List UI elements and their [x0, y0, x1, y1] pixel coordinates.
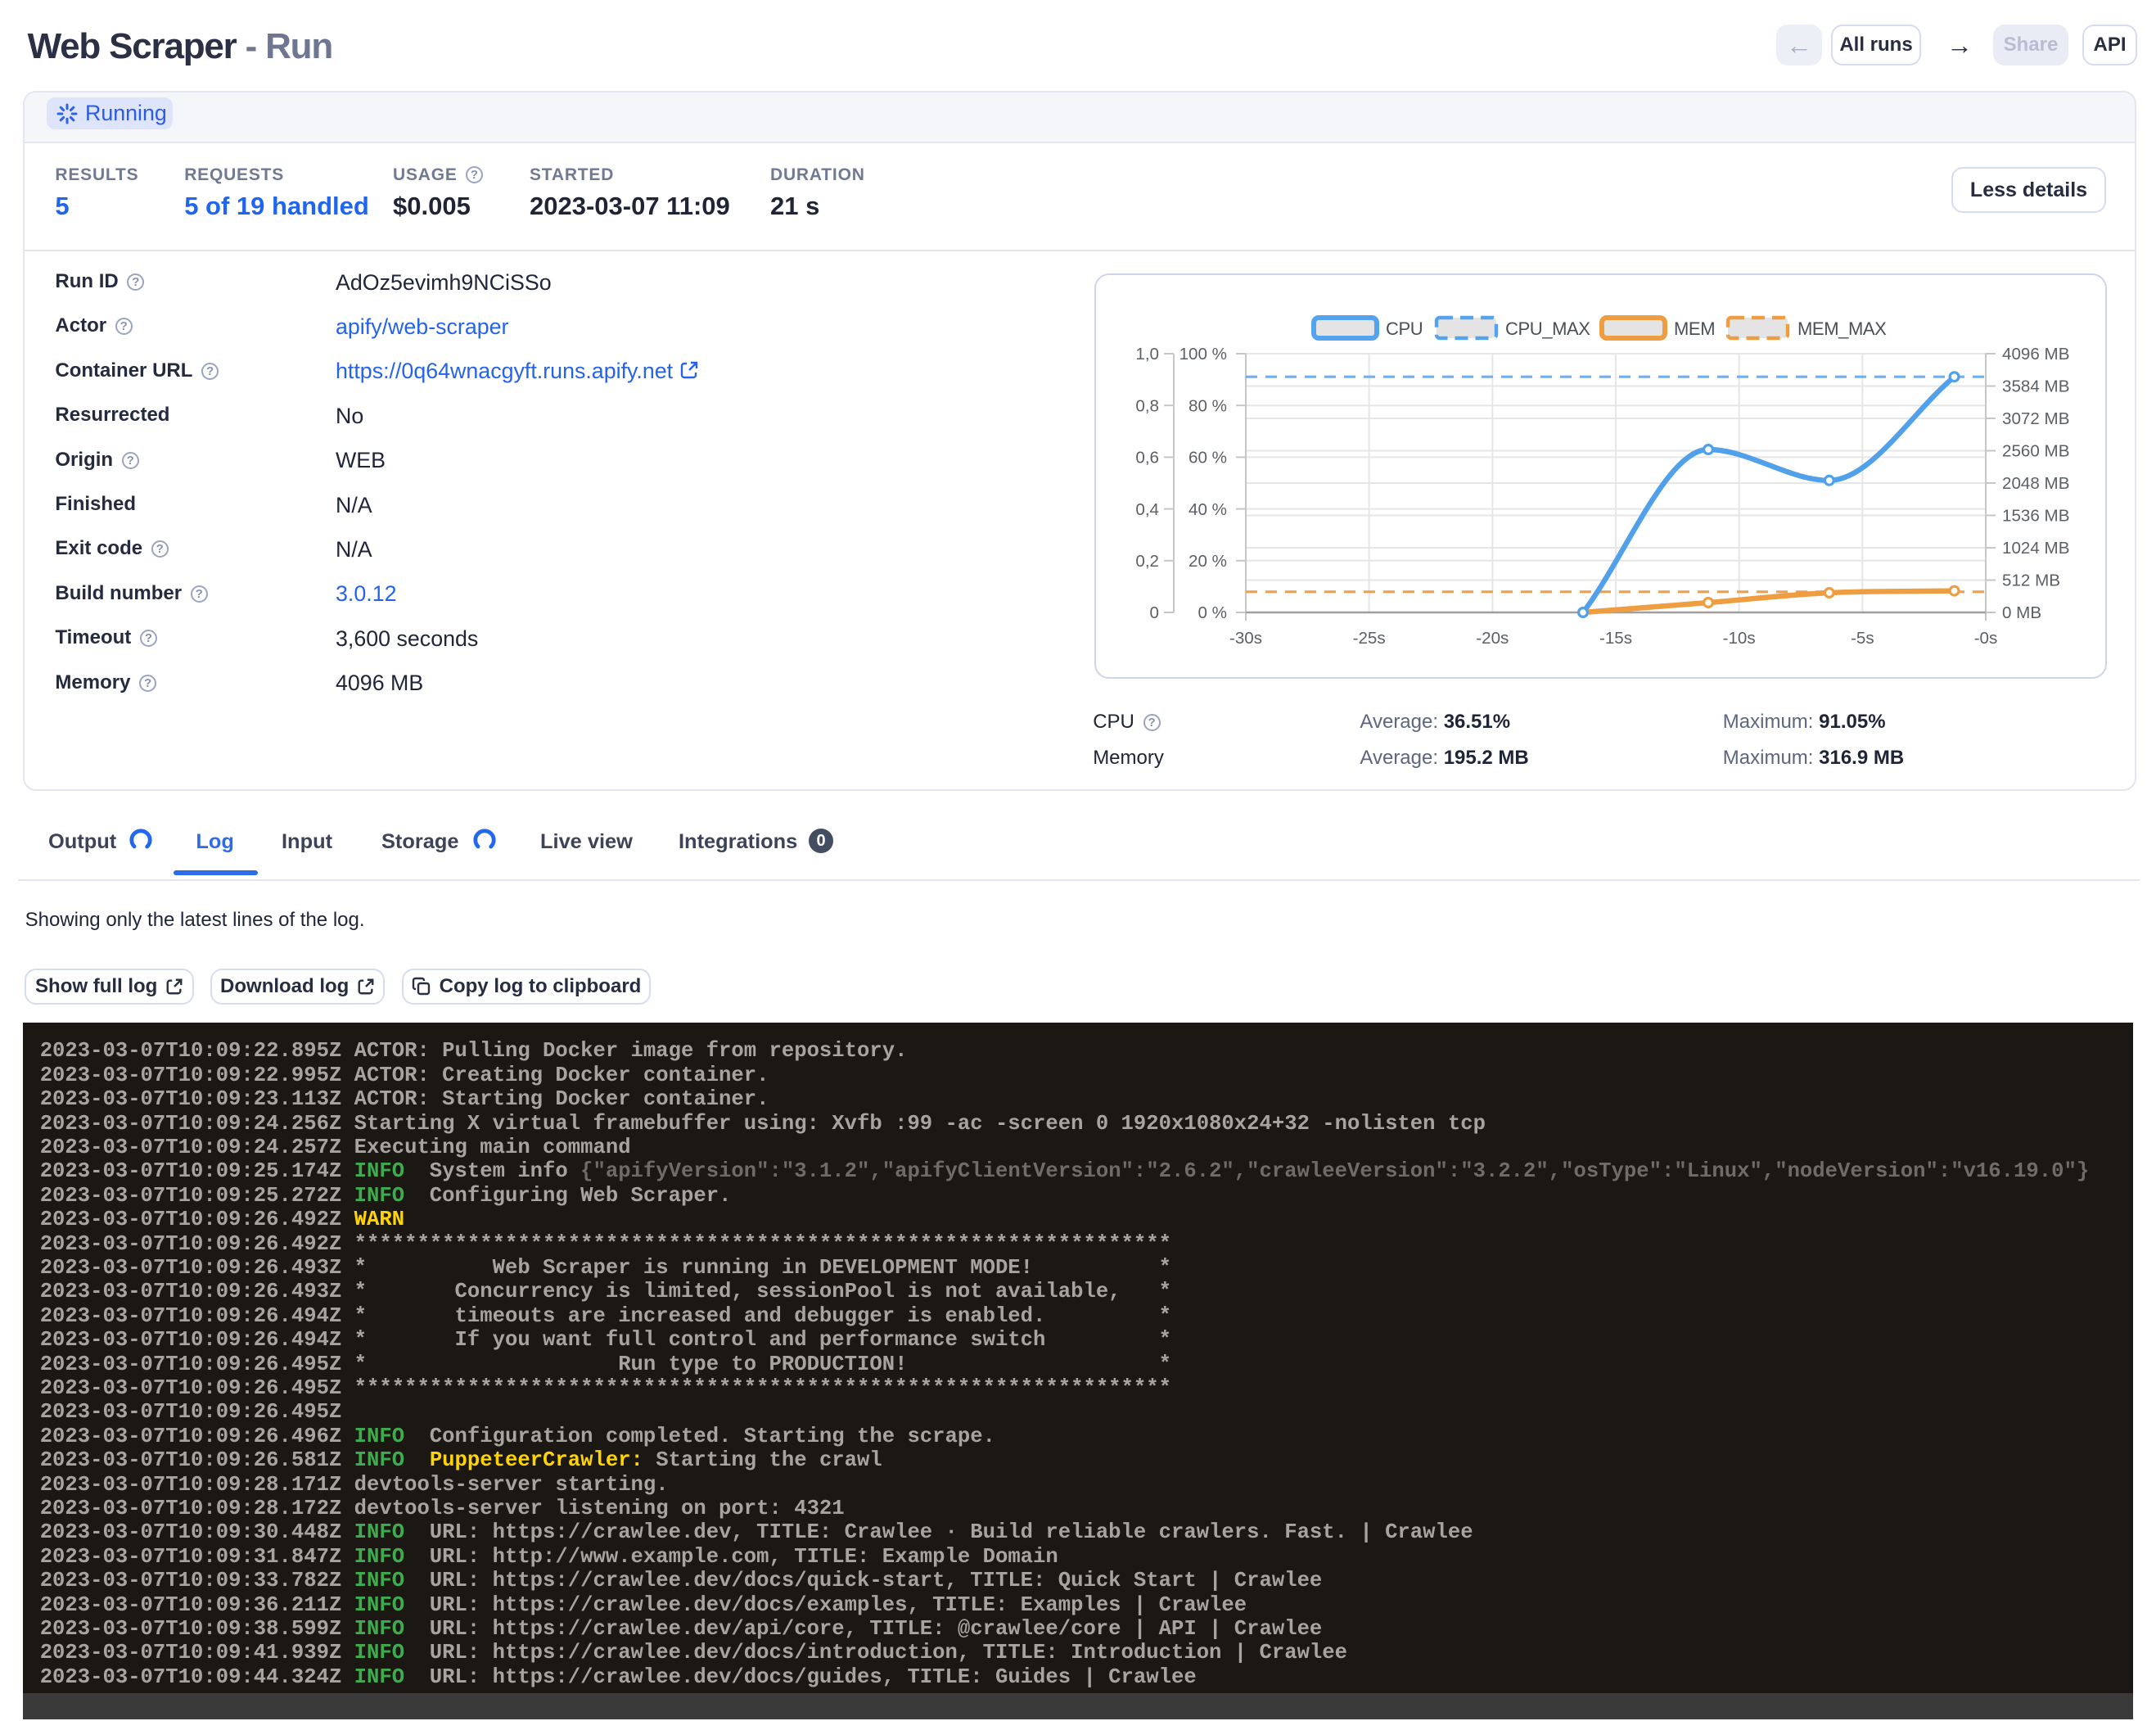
svg-text:-0s: -0s [1974, 629, 1998, 648]
svg-text:80 %: 80 % [1189, 396, 1227, 415]
svg-text:CPU_MAX: CPU_MAX [1505, 318, 1590, 339]
svg-text:0,6: 0,6 [1135, 449, 1159, 468]
svg-text:0,2: 0,2 [1135, 552, 1159, 571]
svg-text:MEM: MEM [1674, 318, 1715, 339]
svg-text:40 %: 40 % [1189, 500, 1227, 519]
svg-text:CPU: CPU [1386, 318, 1423, 339]
svg-text:60 %: 60 % [1189, 449, 1227, 468]
svg-text:0 %: 0 % [1198, 603, 1228, 622]
svg-text:20 %: 20 % [1189, 552, 1227, 571]
svg-text:1536 MB: 1536 MB [2002, 507, 2069, 526]
svg-text:3072 MB: 3072 MB [2002, 409, 2069, 428]
svg-text:-20s: -20s [1476, 629, 1509, 648]
svg-text:-10s: -10s [1723, 629, 1756, 648]
svg-text:2560 MB: 2560 MB [2002, 442, 2069, 461]
svg-text:1,0: 1,0 [1135, 345, 1159, 364]
svg-text:3584 MB: 3584 MB [2002, 377, 2069, 396]
svg-text:0: 0 [1150, 603, 1159, 622]
svg-text:4096 MB: 4096 MB [2002, 345, 2069, 364]
svg-text:0,8: 0,8 [1135, 396, 1159, 415]
svg-text:MEM_MAX: MEM_MAX [1797, 318, 1887, 339]
svg-text:100 %: 100 % [1179, 345, 1227, 364]
svg-text:2048 MB: 2048 MB [2002, 474, 2069, 493]
svg-text:-30s: -30s [1229, 629, 1262, 648]
svg-text:-5s: -5s [1851, 629, 1874, 648]
svg-text:512 MB: 512 MB [2002, 571, 2060, 590]
svg-text:0,4: 0,4 [1135, 500, 1159, 519]
svg-text:1024 MB: 1024 MB [2002, 539, 2069, 558]
svg-text:-15s: -15s [1599, 629, 1632, 648]
svg-text:0 MB: 0 MB [2002, 603, 2041, 622]
svg-text:-25s: -25s [1353, 629, 1386, 648]
